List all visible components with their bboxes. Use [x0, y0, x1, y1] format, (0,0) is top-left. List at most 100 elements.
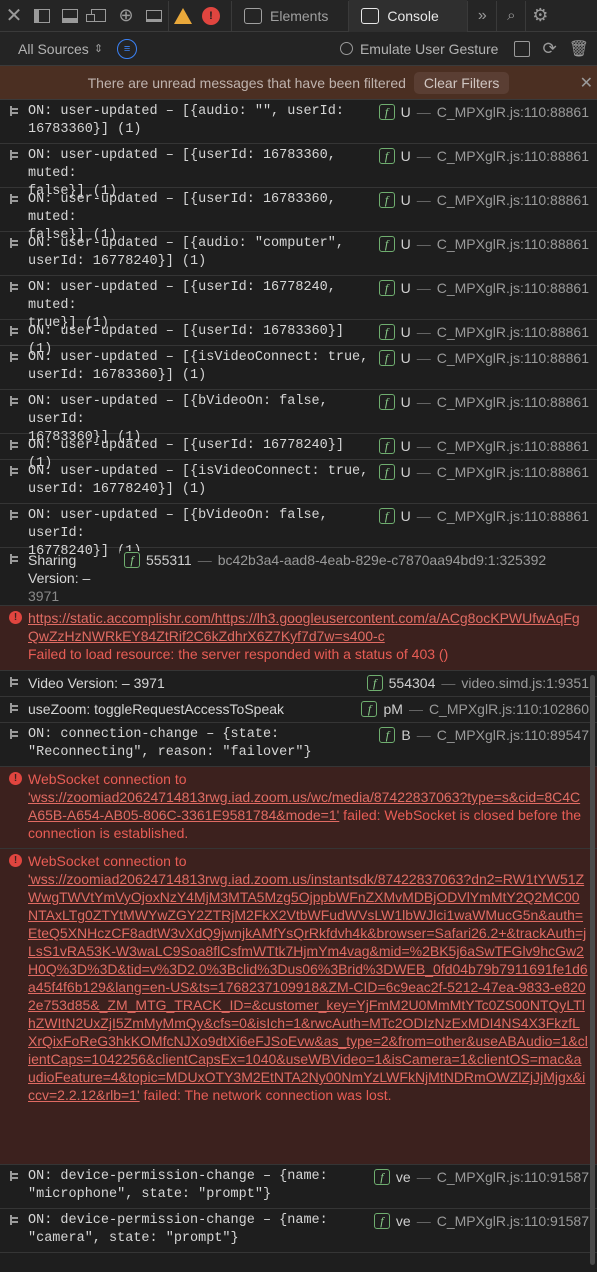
error-icon[interactable]: ! [197, 1, 225, 31]
log-row-user-updated[interactable]: ON: user-updated – [{userId: 16778240}] … [0, 434, 597, 471]
tab-console[interactable]: Console [349, 0, 468, 32]
log-row-user-updated[interactable]: ON: user-updated – [{audio: "computer", … [0, 232, 597, 276]
dock-left-icon[interactable] [28, 1, 56, 31]
device-icon[interactable] [140, 1, 168, 31]
log-source[interactable]: f ve — C_MPXglR.js:110:91587 [369, 1168, 589, 1186]
source-dash: — [416, 104, 431, 120]
log-source[interactable]: f U — C_MPXglR.js:110:88861 [374, 463, 589, 481]
error-row-resource[interactable]: ! https://static.accomplishr.com/https:/… [0, 606, 597, 671]
error-row-websocket-2[interactable]: ! WebSocket connection to 'wss://zoomiad… [0, 849, 597, 1165]
source-location[interactable]: C_MPXglR.js:110:91587 [437, 1168, 589, 1186]
log-source[interactable]: f U — C_MPXglR.js:110:88861 [374, 147, 589, 165]
source-location[interactable]: C_MPXglR.js:110:88861 [437, 437, 589, 455]
log-row-connection-change[interactable]: ON: connection-change – {state: "Reconne… [0, 723, 597, 767]
log-source[interactable]: f U — C_MPXglR.js:110:88861 [374, 393, 589, 411]
emulate-gesture-label: Emulate User Gesture [359, 40, 499, 57]
sharing-line2: Version: – [28, 570, 91, 586]
tab-elements-label: Elements [270, 7, 329, 24]
source-location[interactable]: C_MPXglR.js:110:88861 [437, 463, 589, 481]
sources-select[interactable]: All Sources ⇕ [18, 41, 103, 57]
chevron-updown-icon: ⇕ [93, 43, 104, 55]
log-gutter-icon [9, 1170, 20, 1182]
error-row-websocket-1[interactable]: ! WebSocket connection to 'wss://zoomiad… [0, 767, 597, 849]
emulate-gesture-checkbox[interactable]: Emulate User Gesture [339, 40, 499, 57]
clear-console-icon[interactable]: 🗑 [569, 39, 589, 59]
source-location[interactable]: video.simd.js:1:9351 [461, 674, 589, 692]
log-row-user-updated[interactable]: ON: user-updated – [{userId: 16783360, m… [0, 144, 597, 199]
source-location[interactable]: C_MPXglR.js:110:89547 [437, 726, 589, 744]
source-dash: — [416, 1169, 431, 1185]
source-location[interactable]: C_MPXglR.js:110:88861 [437, 191, 589, 209]
log-row-user-updated[interactable]: ON: user-updated – [{isVideoConnect: tru… [0, 346, 597, 390]
log-gutter-icon [9, 439, 20, 451]
console-tab-icon [361, 7, 380, 24]
log-source[interactable]: f ve — C_MPXglR.js:110:91587 [369, 1212, 589, 1230]
log-source[interactable]: f U — C_MPXglR.js:110:88861 [374, 507, 589, 525]
source-function: U [400, 324, 411, 340]
ws-url-link[interactable]: 'wss://zoomiad20624714813rwg.iad.zoom.us… [28, 871, 588, 1103]
clear-filters-button[interactable]: Clear Filters [413, 71, 510, 94]
source-location[interactable]: C_MPXglR.js:110:88861 [437, 507, 589, 525]
dock-bottom-icon[interactable] [56, 1, 84, 31]
source-dash: — [416, 438, 431, 454]
source-location[interactable]: C_MPXglR.js:110:102860 [429, 700, 589, 718]
log-source[interactable]: f U — C_MPXglR.js:110:88861 [374, 279, 589, 297]
function-icon: f [378, 148, 395, 164]
log-source[interactable]: f U — C_MPXglR.js:110:88861 [374, 437, 589, 455]
tab-elements[interactable]: Elements [232, 0, 340, 32]
log-row-device-permission-microphone[interactable]: ON: device-permission-change – {name: "m… [0, 1165, 597, 1209]
console-scrollbar[interactable] [590, 675, 595, 1265]
log-source[interactable]: f U — C_MPXglR.js:110:88861 [374, 103, 589, 121]
source-location[interactable]: C_MPXglR.js:110:88861 [437, 279, 589, 297]
source-location[interactable]: C_MPXglR.js:110:88861 [437, 235, 589, 253]
source-location[interactable]: C_MPXglR.js:110:91587 [437, 1212, 589, 1230]
search-icon[interactable]: ⌕ [497, 1, 525, 31]
element-picker-icon[interactable]: ⊕ [112, 1, 140, 31]
log-row-device-permission-camera[interactable]: ON: device-permission-change – {name: "c… [0, 1209, 597, 1253]
source-location[interactable]: C_MPXglR.js:110:88861 [437, 393, 589, 411]
user-updated-rows: ON: user-updated – [{audio: "", userId: … [0, 100, 597, 559]
log-row-user-updated[interactable]: ON: user-updated – [{userId: 16783360}] … [0, 320, 597, 357]
log-source[interactable]: f U — C_MPXglR.js:110:88861 [374, 323, 589, 341]
preserve-log-icon[interactable] [514, 40, 531, 57]
log-row-user-updated[interactable]: ON: user-updated – [{userId: 16783360, m… [0, 188, 597, 243]
log-gutter-icon [9, 509, 20, 521]
filter-icon[interactable]: ≡ [117, 38, 138, 59]
log-row-user-updated[interactable]: ON: user-updated – [{isVideoConnect: tru… [0, 460, 597, 504]
close-banner-icon[interactable]: ✕ [580, 73, 593, 93]
function-icon: f [378, 394, 395, 410]
reload-icon[interactable]: ⟳ [542, 39, 556, 59]
source-location[interactable]: C_MPXglR.js:110:88861 [437, 103, 589, 121]
function-icon: f [378, 192, 395, 208]
source-location[interactable]: C_MPXglR.js:110:88861 [437, 349, 589, 367]
log-row-user-updated[interactable]: ON: user-updated – [{bVideoOn: false, us… [0, 390, 597, 445]
tab-console-label: Console [387, 7, 439, 24]
source-location[interactable]: C_MPXglR.js:110:88861 [437, 147, 589, 165]
log-source[interactable]: f B — C_MPXglR.js:110:89547 [375, 726, 589, 744]
function-icon: f [373, 1169, 390, 1185]
undock-icon[interactable] [84, 1, 112, 31]
log-row-sharing-version[interactable]: Sharing Version: – 3971 f 555311 — bc42b… [0, 548, 597, 606]
log-source[interactable]: f U — C_MPXglR.js:110:88861 [374, 191, 589, 209]
close-icon[interactable]: ✕ [0, 1, 28, 31]
log-row-user-updated[interactable]: ON: user-updated – [{audio: "", userId: … [0, 100, 597, 144]
source-location[interactable]: C_MPXglR.js:110:88861 [437, 323, 589, 341]
log-row-use-zoom[interactable]: useZoom: toggleRequestAccessToSpeak f pM… [0, 697, 597, 723]
source-location[interactable]: bc42b3a4-aad8-4eab-829e-c7870aa94bd9:1:3… [218, 551, 547, 569]
console-filter-bar: All Sources ⇕ ≡ Emulate User Gesture ⟳ 🗑 [0, 32, 597, 66]
log-source[interactable]: f pM — C_MPXglR.js:110:102860 [357, 700, 589, 718]
gear-icon[interactable]: ⚙ [526, 1, 554, 31]
log-row-user-updated[interactable]: ON: user-updated – [{bVideoOn: false, us… [0, 504, 597, 559]
error-resource-link[interactable]: https://static.accomplishr.com/https://l… [28, 610, 580, 644]
log-source[interactable]: f U — C_MPXglR.js:110:88861 [374, 235, 589, 253]
log-row-video-version[interactable]: Video Version: – 3971 f 554304 — video.s… [0, 671, 597, 697]
function-icon: f [124, 552, 140, 568]
log-gutter-icon [9, 465, 20, 477]
log-source[interactable]: f U — C_MPXglR.js:110:88861 [374, 349, 589, 367]
warning-icon[interactable] [169, 1, 197, 31]
log-source[interactable]: f 555311 — bc42b3a4-aad8-4eab-829e-c7870… [120, 551, 547, 569]
log-gutter-icon [9, 193, 20, 205]
log-source[interactable]: f 554304 — video.simd.js:1:9351 [362, 674, 589, 692]
log-row-user-updated[interactable]: ON: user-updated – [{userId: 16778240, m… [0, 276, 597, 331]
more-tabs-icon[interactable]: » [468, 1, 496, 31]
